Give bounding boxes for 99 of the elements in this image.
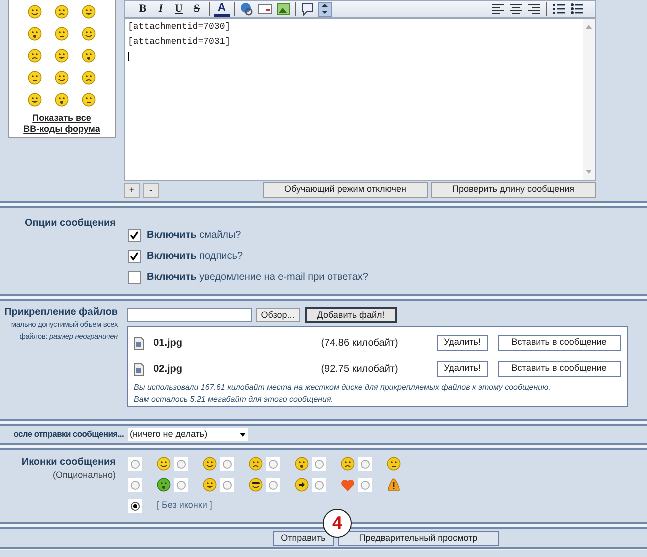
file-size: (92.75 килобайт) bbox=[321, 362, 400, 376]
quote-icon[interactable] bbox=[300, 1, 316, 17]
file-input[interactable] bbox=[127, 308, 252, 322]
editor-button[interactable]: Проверить длину сообщения bbox=[431, 182, 596, 198]
smiley-icon bbox=[55, 27, 69, 41]
section-title: Опции сообщения bbox=[24, 218, 116, 229]
smiley-icon bbox=[249, 478, 263, 492]
file-name: 01.jpg bbox=[154, 336, 184, 350]
checkbox[interactable] bbox=[128, 271, 141, 284]
image-icon[interactable] bbox=[275, 1, 291, 17]
field-label: осле отправки сообщения... bbox=[14, 428, 124, 441]
resize-button[interactable]: + bbox=[124, 182, 140, 198]
file-icon bbox=[134, 336, 144, 350]
checkbox-label: Включить смайлы? bbox=[147, 229, 242, 243]
smiley-icon bbox=[295, 457, 309, 471]
smiley-icon bbox=[55, 93, 69, 107]
section-subtitle: (Опционально) bbox=[53, 469, 116, 482]
radio-button[interactable] bbox=[222, 460, 232, 468]
after-post-select[interactable]: (ничего не делать) bbox=[128, 428, 248, 441]
file-size: (74.86 килобайт) bbox=[321, 336, 400, 350]
smiley-icon bbox=[157, 457, 171, 471]
toggle-button[interactable] bbox=[318, 2, 332, 16]
insert-button[interactable]: Вставить в сообщение bbox=[498, 335, 621, 351]
resize-button[interactable]: - bbox=[143, 182, 159, 198]
smiley-icon bbox=[28, 71, 42, 85]
section-title: Иконки сообщения bbox=[22, 456, 116, 469]
smiley-icon bbox=[341, 457, 355, 471]
scroll-down-icon[interactable] bbox=[586, 170, 592, 174]
smiley-icon bbox=[157, 478, 171, 492]
checkbox[interactable] bbox=[128, 229, 141, 242]
radio-button[interactable] bbox=[176, 480, 186, 490]
radio-button[interactable] bbox=[222, 480, 232, 490]
usage-note: Вы использовали 167.61 килобайт места на жестком диске для прикрепляемых файлов к этому сообщению. bbox=[134, 382, 552, 394]
smiley-icon bbox=[28, 93, 42, 107]
editor-button[interactable]: Обучающий режим отключен bbox=[263, 182, 428, 198]
dropdown-icon bbox=[240, 432, 246, 436]
format-button[interactable]: S bbox=[189, 1, 205, 17]
smiley-icon bbox=[28, 27, 42, 41]
section-title: Прикрепление файлов bbox=[4, 307, 118, 319]
no-icon-label: [ Без иконки ] bbox=[157, 499, 212, 512]
smiley-icon bbox=[387, 457, 401, 471]
smiley-icon bbox=[28, 49, 42, 63]
smiley-icon bbox=[82, 5, 96, 19]
smiley-icon bbox=[28, 5, 42, 19]
message-textarea[interactable]: [attachmentid=7030] [attachmentid=7031] bbox=[124, 18, 596, 181]
editor-line: [attachmentid=7031] bbox=[128, 37, 231, 48]
format-button[interactable]: I bbox=[153, 1, 169, 17]
smiley-icon bbox=[249, 457, 263, 471]
smiley-icon bbox=[82, 49, 96, 63]
checkbox-label: Включить уведомление на e-mail при ответах? bbox=[147, 271, 368, 285]
scrollbar[interactable] bbox=[583, 19, 595, 180]
usage-note: Вам осталось 5.21 мегабайт для этого сообщения. bbox=[134, 394, 334, 406]
file-icon bbox=[134, 362, 144, 376]
submit-button[interactable]: Отправить bbox=[273, 530, 334, 546]
browse-button[interactable]: Обзор... bbox=[256, 308, 300, 322]
delete-button[interactable]: Удалить! bbox=[437, 335, 488, 351]
align-left-icon[interactable] bbox=[490, 1, 506, 17]
scroll-up-icon[interactable] bbox=[586, 25, 592, 29]
bbcode-link[interactable]: Показать все bbox=[32, 113, 92, 124]
smiley-icon bbox=[203, 478, 217, 492]
numbered-list-icon[interactable] bbox=[551, 1, 567, 17]
radio-button[interactable] bbox=[360, 480, 370, 490]
radio-button[interactable] bbox=[314, 460, 324, 468]
bbcode-link[interactable]: BB-коды форума bbox=[24, 124, 100, 135]
smiley-icon bbox=[82, 27, 96, 41]
delete-button[interactable]: Удалить! bbox=[437, 361, 488, 377]
radio-button[interactable] bbox=[314, 480, 324, 490]
text-cursor bbox=[128, 52, 129, 61]
format-button[interactable]: U bbox=[171, 1, 187, 17]
radio-button[interactable] bbox=[268, 460, 278, 468]
insert-button[interactable]: Вставить в сообщение bbox=[498, 361, 621, 377]
align-right-icon[interactable] bbox=[526, 1, 542, 17]
file-name: 02.jpg bbox=[154, 362, 184, 376]
smiley-icon bbox=[203, 457, 217, 471]
radio-button[interactable] bbox=[176, 460, 186, 468]
align-center-icon[interactable] bbox=[508, 1, 524, 17]
checkbox-label: Включить подпись? bbox=[147, 250, 244, 264]
email-icon[interactable] bbox=[257, 1, 273, 17]
preview-button[interactable]: Предварительный просмотр bbox=[338, 530, 499, 546]
smiley-icon bbox=[55, 71, 69, 85]
radio-button[interactable] bbox=[268, 480, 278, 490]
checkbox[interactable] bbox=[128, 250, 141, 263]
radio-button[interactable] bbox=[130, 480, 140, 490]
smiley-icon bbox=[82, 93, 96, 107]
radio-button[interactable] bbox=[130, 502, 140, 510]
radio-button[interactable] bbox=[130, 460, 140, 468]
bullet-list-icon[interactable] bbox=[569, 1, 585, 17]
warning-icon bbox=[387, 478, 401, 492]
up-down-arrows-icon bbox=[322, 4, 328, 14]
smiley-icon bbox=[55, 49, 69, 63]
heart-icon bbox=[341, 478, 355, 492]
add-file-button[interactable]: Добавить файл! bbox=[305, 307, 397, 323]
step-marker: 4 bbox=[323, 509, 352, 538]
format-button[interactable]: B bbox=[135, 1, 151, 17]
smiley-icon bbox=[55, 5, 69, 19]
smiley-icon bbox=[82, 71, 96, 85]
editor-line: [attachmentid=7030] bbox=[128, 22, 231, 33]
link-icon[interactable] bbox=[239, 1, 255, 17]
radio-button[interactable] bbox=[360, 460, 370, 468]
